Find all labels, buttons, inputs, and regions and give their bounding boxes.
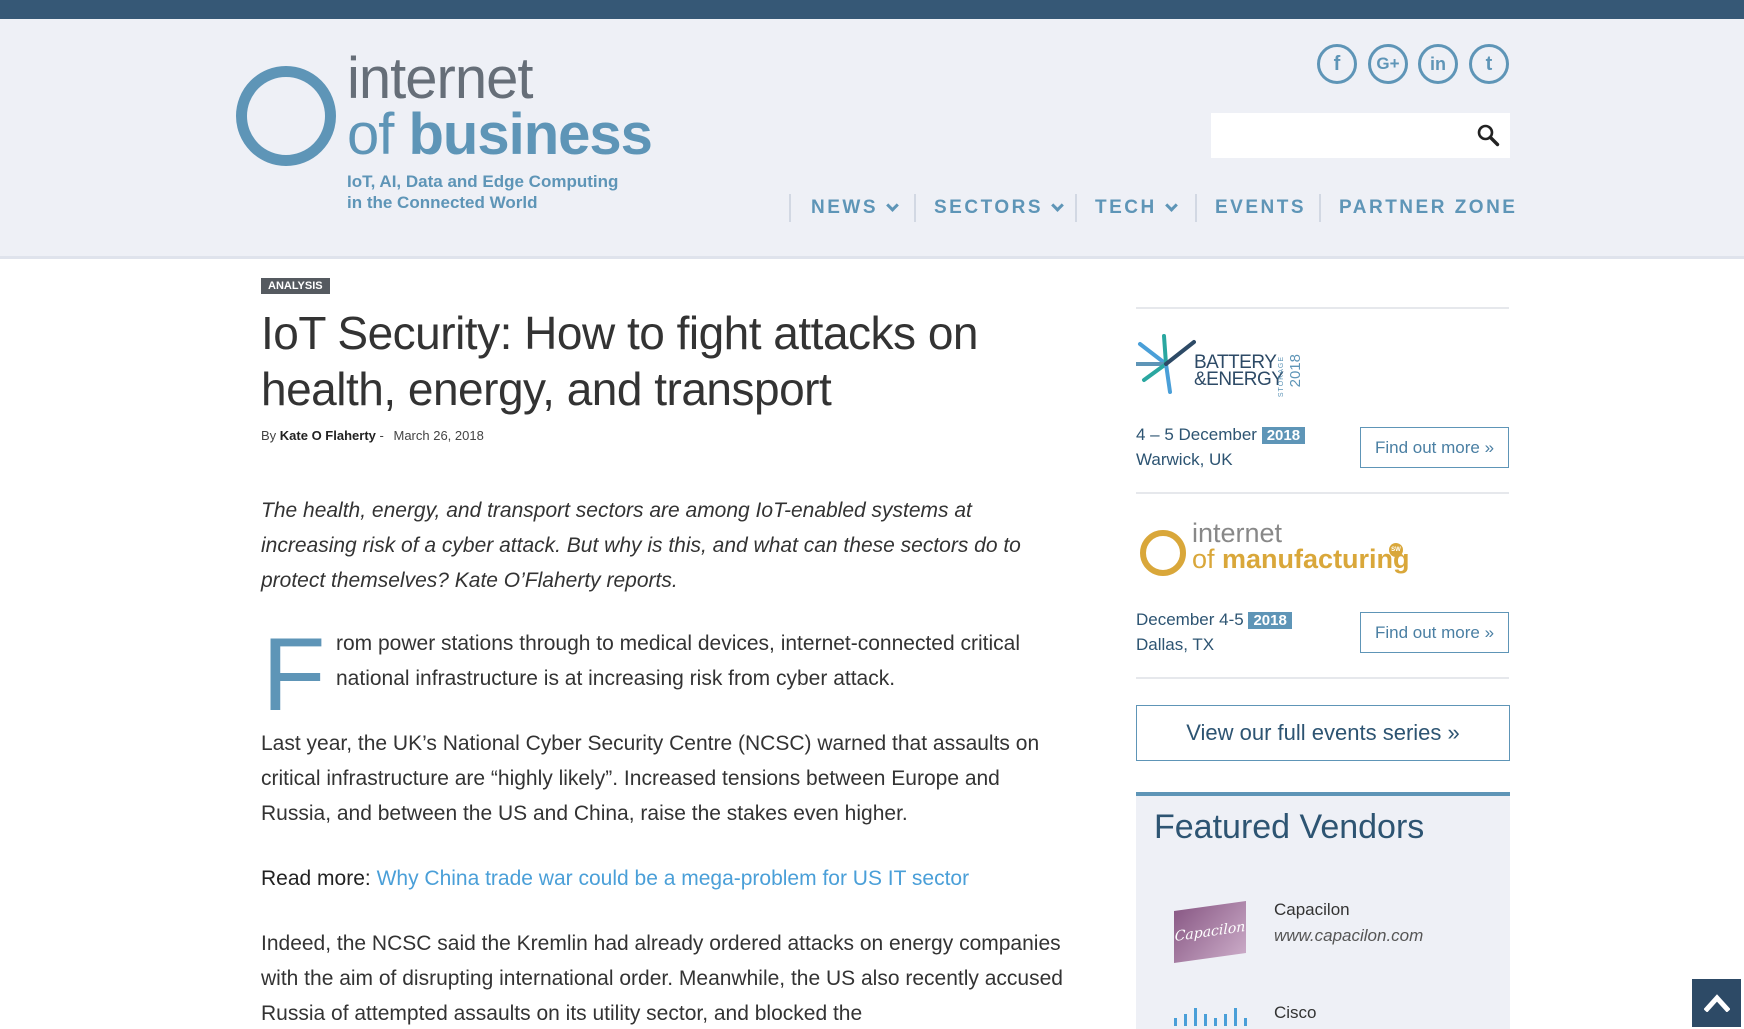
- drop-cap: F: [262, 617, 326, 733]
- sidebar-divider: [1136, 677, 1509, 679]
- logo-ring: [236, 66, 336, 166]
- read-more: Read more: Why China trade war could be …: [261, 861, 969, 896]
- nav-news-label: NEWS: [811, 197, 878, 218]
- nav-news[interactable]: NEWS: [811, 194, 899, 222]
- site-tagline: IoT, AI, Data and Edge Computing in the …: [347, 171, 618, 213]
- featured-vendors-panel: Featured Vendors Capacilon Capacilon www…: [1136, 792, 1510, 1029]
- logo-business: business: [408, 102, 653, 167]
- event-1-year: 2018: [1261, 427, 1306, 444]
- logo-internet-text: internet: [1192, 518, 1283, 548]
- event-2-details: December 4-5 2018 Dallas, TX: [1136, 608, 1292, 657]
- article-paragraph: rom power stations through to medical de…: [336, 632, 1020, 690]
- sidebar-divider: [1136, 307, 1509, 309]
- linkedin-icon[interactable]: in: [1418, 44, 1458, 84]
- vendor-url[interactable]: www.capacilon.com: [1274, 926, 1423, 946]
- event-1-date: 4 – 5 December: [1136, 425, 1257, 444]
- chevron-down-icon: [1164, 198, 1178, 212]
- read-more-label: Read more:: [261, 867, 371, 890]
- battery-energy-logo[interactable]: BATTERY &ENERGY STORAGE 2018: [1136, 334, 1311, 398]
- logo-of-business: of business: [347, 106, 653, 164]
- logo-sw-badge: SW: [1389, 543, 1403, 557]
- event-2-location: Dallas, TX: [1136, 635, 1215, 654]
- top-bar: [0, 0, 1744, 19]
- article-title: IoT Security: How to fight attacks on he…: [261, 307, 978, 415]
- article-paragraph: Last year, the UK’s National Cyber Secur…: [261, 732, 1040, 825]
- event-1-details: 4 – 5 December 2018 Warwick, UK: [1136, 423, 1306, 472]
- scroll-to-top-button[interactable]: [1692, 979, 1741, 1027]
- tagline-line-1: IoT, AI, Data and Edge Computing: [347, 172, 619, 191]
- logo-energy-text: &ENERGY: [1194, 369, 1284, 390]
- byline-separator: -: [379, 428, 384, 443]
- category-badge[interactable]: ANALYSIS: [261, 278, 330, 294]
- nav-tech-label: TECH: [1095, 197, 1157, 218]
- logo-ring: [1140, 530, 1186, 576]
- cisco-logo[interactable]: [1172, 1006, 1252, 1028]
- article-date: March 26, 2018: [393, 428, 484, 443]
- logo-of-manufacturing-text: of manufacturing: [1192, 546, 1410, 573]
- author-link[interactable]: Kate O Flaherty: [280, 428, 376, 443]
- event-1-location: Warwick, UK: [1136, 450, 1233, 469]
- vendor-name[interactable]: Capacilon: [1274, 900, 1350, 920]
- nav-separator: [1195, 194, 1197, 222]
- article-lead: The health, energy, and transport sector…: [261, 499, 1021, 592]
- nav-separator: [1075, 194, 1077, 222]
- event-1-find-out-more-button[interactable]: Find out more »: [1360, 427, 1509, 468]
- event-2-year: 2018: [1248, 612, 1292, 629]
- nav-tech[interactable]: TECH: [1095, 194, 1178, 222]
- twitter-icon[interactable]: t: [1469, 44, 1509, 84]
- facebook-icon[interactable]: f: [1317, 44, 1357, 84]
- logo-year-text: 2018: [1287, 354, 1304, 388]
- chevron-down-icon: [886, 198, 899, 212]
- view-events-series-button[interactable]: View our full events series »: [1136, 705, 1510, 761]
- google-plus-icon[interactable]: G+: [1368, 44, 1408, 84]
- sidebar-divider: [1136, 492, 1509, 494]
- featured-vendors-title: Featured Vendors: [1154, 808, 1425, 846]
- nav-separator: [789, 194, 791, 222]
- nav-separator: [1319, 194, 1321, 222]
- search-input[interactable]: [1211, 113, 1510, 158]
- logo-manufacturing: manufacturing: [1222, 544, 1410, 574]
- event-2-find-out-more-button[interactable]: Find out more »: [1360, 612, 1509, 653]
- nav-events[interactable]: EVENTS: [1215, 194, 1306, 222]
- search-box: [1211, 113, 1510, 158]
- nav-partner-zone[interactable]: PARTNER ZONE: [1339, 194, 1517, 222]
- byline: By Kate O Flaherty - March 26, 2018: [261, 428, 484, 443]
- nav-separator: [914, 194, 916, 222]
- logo-storage-text: STORAGE: [1278, 356, 1285, 398]
- logo-of: of: [347, 102, 409, 167]
- chevron-down-icon: [1051, 198, 1064, 212]
- event-2-date: December 4-5: [1136, 610, 1244, 629]
- byline-by: By: [261, 428, 277, 443]
- chevron-up-icon: [1703, 994, 1730, 1012]
- nav-sectors[interactable]: SECTORS: [934, 194, 1064, 222]
- internet-of-manufacturing-logo[interactable]: internet of manufacturing SW: [1140, 520, 1440, 580]
- logo-internet: internet: [347, 46, 533, 111]
- site-logo[interactable]: internet of business IoT, AI, Data and E…: [236, 50, 676, 218]
- read-more-link[interactable]: Why China trade war could be a mega-prob…: [377, 867, 970, 890]
- tagline-line-2: in the Connected World: [347, 193, 538, 212]
- search-icon[interactable]: [1476, 123, 1500, 147]
- logo-of: of: [1192, 544, 1223, 574]
- vendor-name[interactable]: Cisco: [1274, 1003, 1317, 1023]
- capacilon-logo[interactable]: Capacilon: [1174, 900, 1246, 964]
- star-burst-icon: [1136, 334, 1196, 394]
- nav-sectors-label: SECTORS: [934, 197, 1044, 218]
- article-paragraph: Indeed, the NCSC said the Kremlin had al…: [261, 932, 1063, 1025]
